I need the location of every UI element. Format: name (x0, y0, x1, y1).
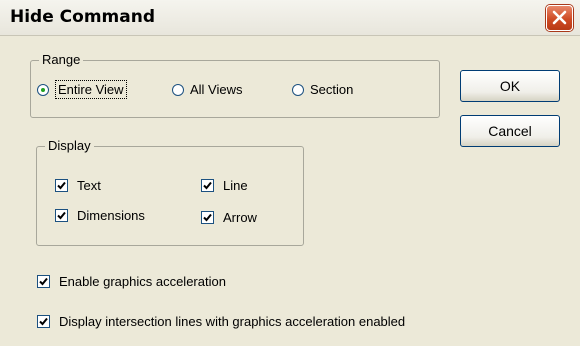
radio-indicator (172, 83, 184, 96)
cancel-button[interactable]: Cancel (460, 115, 560, 147)
radio-section-label: Section (310, 82, 354, 97)
radio-section[interactable]: Section (292, 82, 353, 97)
window-title: Hide Command (10, 7, 155, 27)
radio-all-views[interactable]: All Views (172, 82, 243, 97)
checkbox-enable-graphics-acceleration[interactable]: Enable graphics acceleration (37, 274, 226, 289)
checkmark-icon (57, 181, 66, 190)
enable-graphics-acceleration-label: Enable graphics acceleration (59, 274, 226, 289)
checkbox-text[interactable]: Text (55, 178, 101, 193)
checkbox-line-label: Line (223, 178, 248, 193)
checkmark-icon (39, 317, 48, 326)
checkmark-icon (57, 211, 66, 220)
close-button[interactable] (546, 5, 573, 31)
checkmark-icon (203, 181, 212, 190)
title-bar: Hide Command (0, 0, 580, 36)
radio-entire-view[interactable]: Entire View (37, 80, 127, 99)
checkbox-box (37, 315, 50, 328)
display-group: Display (36, 138, 304, 246)
checkmark-icon (203, 213, 212, 222)
checkbox-text-label: Text (77, 178, 101, 193)
checkbox-box (55, 209, 68, 222)
checkbox-arrow-label: Arrow (223, 210, 257, 225)
ok-button[interactable]: OK (460, 70, 560, 102)
checkbox-dimensions[interactable]: Dimensions (55, 208, 145, 223)
checkbox-box (55, 179, 68, 192)
checkbox-box (201, 211, 214, 224)
checkmark-icon (39, 277, 48, 286)
display-legend: Display (45, 138, 94, 154)
checkbox-arrow[interactable]: Arrow (201, 210, 257, 225)
radio-indicator (292, 83, 304, 96)
checkbox-display-intersection-lines[interactable]: Display intersection lines with graphics… (37, 314, 405, 329)
radio-selected-indicator (37, 83, 49, 96)
radio-all-views-label: All Views (190, 82, 243, 97)
radio-entire-view-label: Entire View (55, 80, 127, 99)
range-legend: Range (39, 52, 84, 68)
checkbox-box (37, 275, 50, 288)
checkbox-line[interactable]: Line (201, 178, 248, 193)
display-intersection-lines-label: Display intersection lines with graphics… (59, 314, 406, 329)
checkbox-dimensions-label: Dimensions (77, 208, 145, 223)
checkbox-box (201, 179, 214, 192)
close-icon (552, 10, 567, 25)
